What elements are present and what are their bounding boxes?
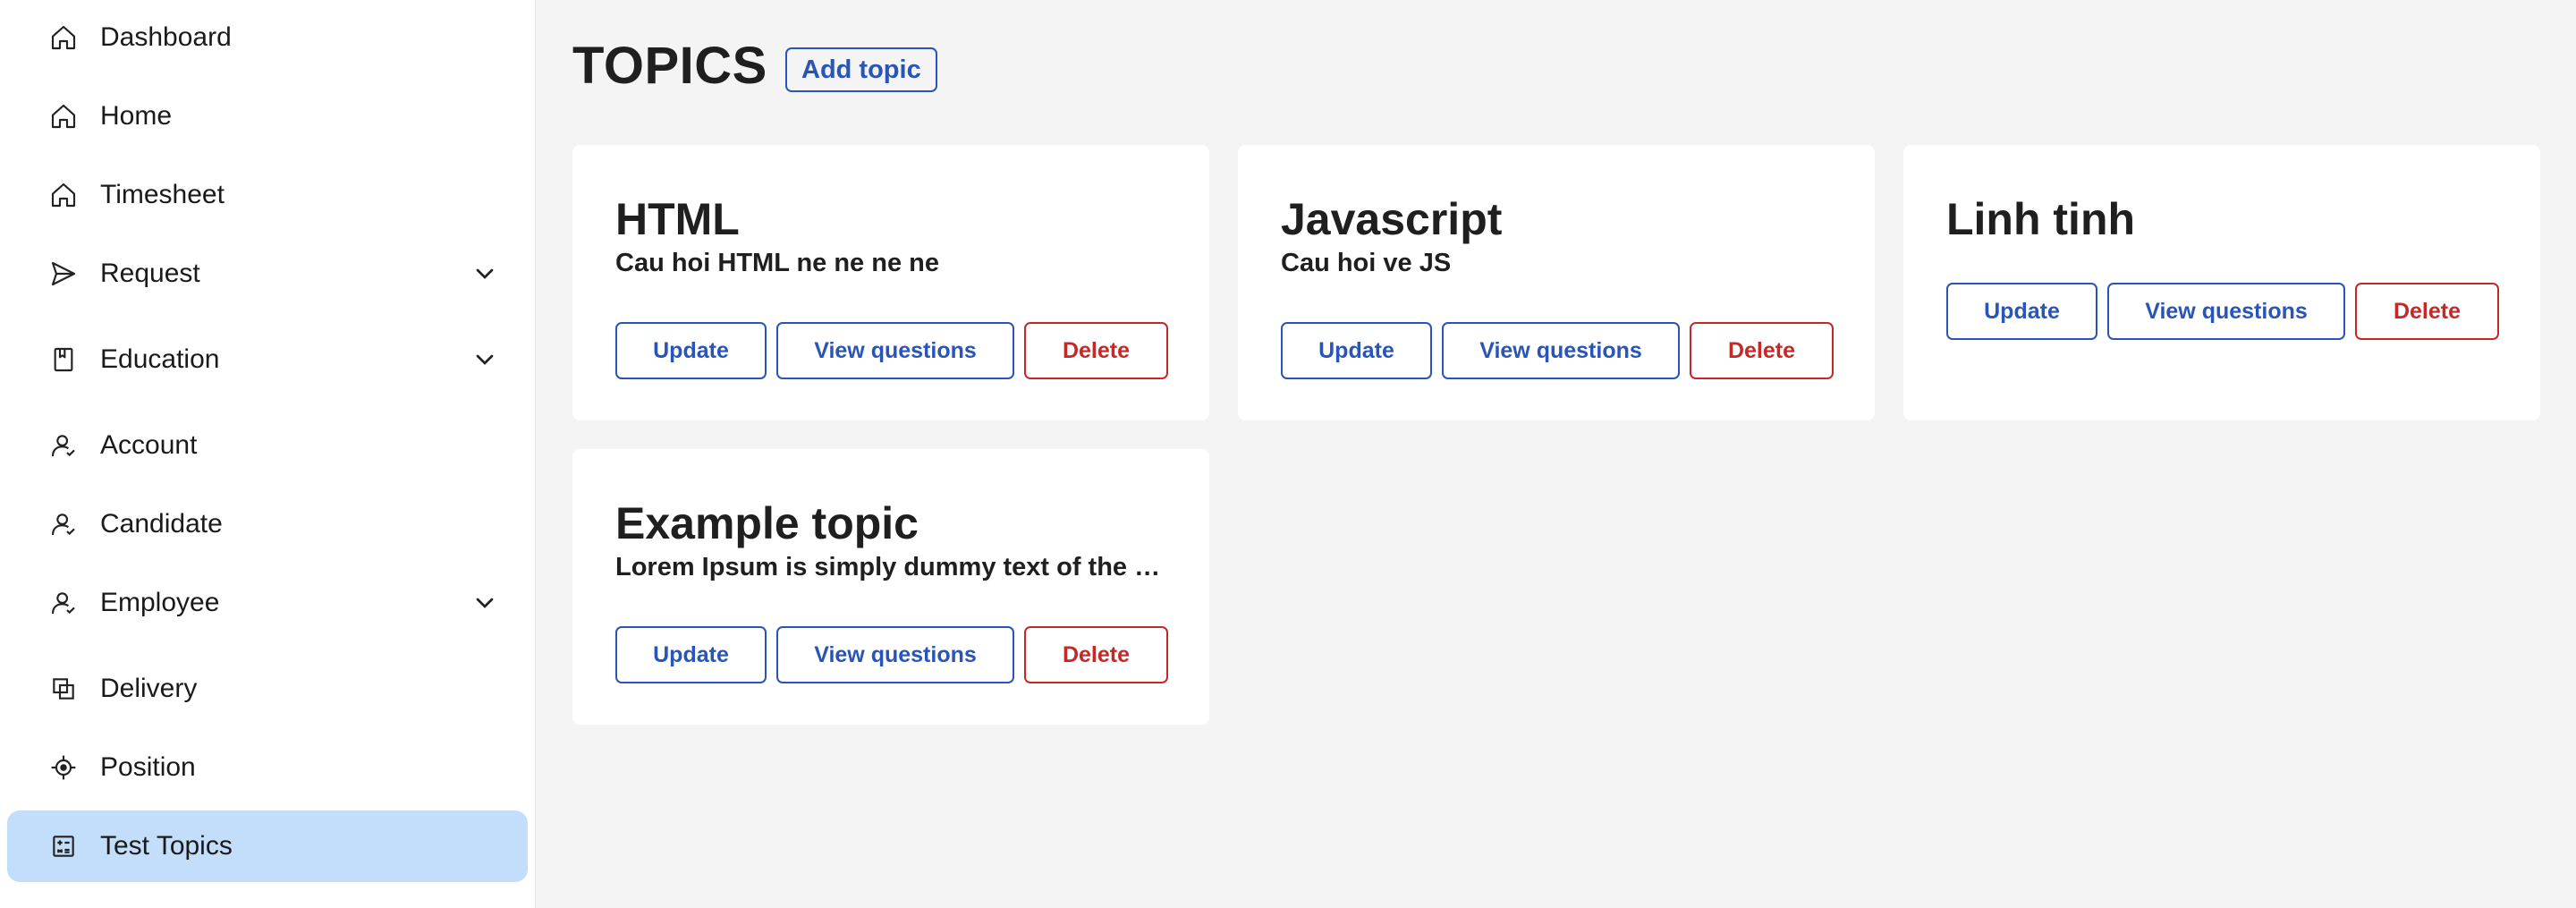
- chevron-down-icon[interactable]: [470, 259, 499, 288]
- view-questions-button[interactable]: View questions: [1442, 322, 1680, 379]
- home-icon: [48, 101, 79, 132]
- topic-description: Cau hoi HTML ne ne ne ne: [615, 249, 939, 277]
- update-button[interactable]: Update: [1946, 283, 2097, 340]
- sidebar-item-label: Employee: [100, 588, 220, 617]
- delete-button[interactable]: Delete: [1024, 322, 1168, 379]
- sidebar-item-timesheet[interactable]: Timesheet: [7, 159, 528, 231]
- sidebar-item-label: Test Topics: [100, 831, 233, 861]
- user-icon: [48, 509, 79, 539]
- page-title: TOPICS: [572, 37, 767, 95]
- topic-card: HTML Cau hoi HTML ne ne ne ne Update Vie…: [572, 145, 1209, 420]
- view-questions-button[interactable]: View questions: [776, 626, 1014, 683]
- sidebar-item-label: Position: [100, 752, 196, 782]
- home-icon: [48, 22, 79, 53]
- topic-actions: Update View questions Delete: [1281, 322, 1834, 379]
- main-content: TOPICS Add topic HTML Cau hoi HTML ne ne…: [536, 0, 2576, 908]
- sidebar-item-test-topics[interactable]: Test Topics: [7, 810, 528, 882]
- add-topic-button[interactable]: Add topic: [785, 47, 937, 92]
- topic-actions: Update View questions Delete: [615, 626, 1168, 683]
- sidebar-item-label: Account: [100, 430, 198, 460]
- topic-card: Example topic Lorem Ipsum is simply dumm…: [572, 449, 1209, 725]
- sidebar-item-candidate[interactable]: Candidate: [7, 488, 528, 560]
- sidebar-item-label: Education: [100, 344, 220, 374]
- send-icon: [48, 259, 79, 289]
- sidebar-item-account[interactable]: Account: [7, 410, 528, 481]
- sidebar-item-dashboard[interactable]: Dashboard: [7, 2, 528, 73]
- chevron-down-icon[interactable]: [470, 589, 499, 617]
- sidebar-item-label: Timesheet: [100, 180, 225, 209]
- sidebar-item-label: Request: [100, 259, 200, 288]
- topic-actions: Update View questions Delete: [615, 322, 1168, 379]
- target-icon: [48, 752, 79, 783]
- update-button[interactable]: Update: [615, 626, 767, 683]
- sidebar-item-request[interactable]: Request: [7, 238, 528, 310]
- delete-button[interactable]: Delete: [1024, 626, 1168, 683]
- topic-card: Linh tinh Update View questions Delete: [1903, 145, 2540, 420]
- sidebar: Dashboard Home Timesheet Request Educati…: [0, 0, 536, 908]
- topic-card: Javascript Cau hoi ve JS Update View que…: [1238, 145, 1875, 420]
- home-icon: [48, 180, 79, 210]
- update-button[interactable]: Update: [615, 322, 767, 379]
- delete-button[interactable]: Delete: [1690, 322, 1834, 379]
- sidebar-item-label: Home: [100, 101, 173, 131]
- view-questions-button[interactable]: View questions: [776, 322, 1014, 379]
- topic-title: Javascript: [1281, 194, 1503, 244]
- sidebar-item-home[interactable]: Home: [7, 81, 528, 152]
- topic-actions: Update View questions Delete: [1946, 283, 2499, 340]
- update-button[interactable]: Update: [1281, 322, 1432, 379]
- copy-icon: [48, 674, 79, 704]
- sidebar-item-delivery[interactable]: Delivery: [7, 653, 528, 725]
- book-icon: [48, 344, 79, 375]
- topic-description: Lorem Ipsum is simply dummy text of the …: [615, 553, 1170, 581]
- sidebar-item-label: Delivery: [100, 674, 198, 703]
- calculator-icon: [48, 831, 79, 861]
- sidebar-item-label: Candidate: [100, 509, 223, 539]
- sidebar-item-label: Dashboard: [100, 22, 232, 52]
- chevron-down-icon[interactable]: [470, 345, 499, 374]
- sidebar-item-education[interactable]: Education: [7, 324, 528, 395]
- sidebar-item-employee[interactable]: Employee: [7, 567, 528, 639]
- sidebar-item-position[interactable]: Position: [7, 732, 528, 803]
- view-questions-button[interactable]: View questions: [2107, 283, 2345, 340]
- topic-title: HTML: [615, 194, 740, 244]
- topic-description: Cau hoi ve JS: [1281, 249, 1452, 277]
- user-icon: [48, 430, 79, 461]
- user-icon: [48, 588, 79, 618]
- delete-button[interactable]: Delete: [2355, 283, 2499, 340]
- topic-title: Example topic: [615, 498, 919, 548]
- topic-title: Linh tinh: [1946, 194, 2136, 244]
